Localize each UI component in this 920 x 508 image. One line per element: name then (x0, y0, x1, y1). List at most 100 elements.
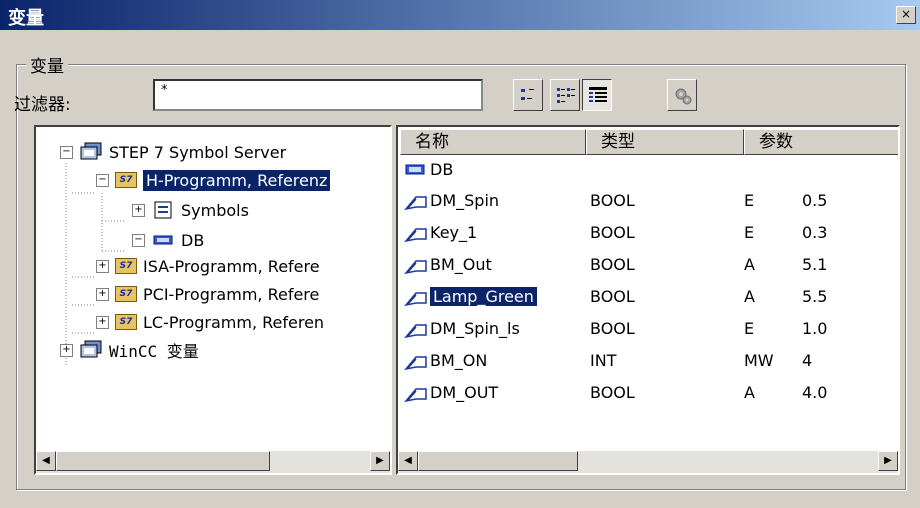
variable-type: BOOL (590, 287, 635, 306)
close-button[interactable]: × (896, 6, 916, 24)
tree-horizontal-scrollbar[interactable]: ◀ ▶ (36, 451, 390, 473)
variable-address: 4.0 (802, 383, 828, 402)
details-view-button[interactable] (582, 79, 612, 111)
tree-item-label: PCI-Programm, Refere (143, 284, 320, 304)
collapse-icon[interactable]: − (60, 145, 73, 159)
variable-address: 5.5 (802, 287, 828, 306)
expand-icon[interactable]: + (132, 203, 145, 217)
tree-item-label: H-Programm, Referenz (143, 169, 331, 191)
expand-icon[interactable]: + (96, 259, 109, 273)
list-item-variable[interactable]: BM_ON INT MW 4 (404, 345, 898, 377)
variable-area: A (744, 255, 755, 274)
small-icons-view-button[interactable] (513, 79, 543, 111)
expand-icon[interactable]: + (96, 287, 109, 301)
server-icon (80, 142, 102, 160)
variable-icon (404, 228, 427, 243)
variable-type: INT (590, 351, 617, 370)
variable-list-panel[interactable]: 名称 类型 参数 DB DM_Spin BOOL E 0.5 Key_1 BOOL E 0.3… (396, 125, 900, 475)
list-horizontal-scrollbar[interactable]: ◀ ▶ (398, 451, 898, 473)
variable-type: BOOL (590, 319, 635, 338)
variable-area: E (744, 319, 755, 338)
expand-icon[interactable]: + (60, 343, 73, 357)
tree-item-label: Symbols (181, 200, 249, 220)
scroll-left-button[interactable]: ◀ (36, 451, 56, 471)
tree-item-label: ISA-Programm, Refere (143, 256, 320, 276)
variable-name: Key_1 (430, 223, 478, 242)
list-icon (557, 88, 575, 103)
variable-name: Lamp_Green (430, 287, 537, 306)
tree-item-lc-programm[interactable]: + S7 LC-Programm, Referen (96, 309, 324, 335)
small-icons-icon (521, 89, 534, 100)
variable-area: E (744, 191, 755, 210)
scroll-thumb[interactable] (56, 451, 270, 471)
list-item-variable[interactable]: DM_OUT BOOL A 4.0 (404, 377, 898, 409)
title-bar: 变量 × (0, 0, 920, 30)
details-icon (589, 87, 607, 102)
column-header-name[interactable]: 名称 (400, 129, 586, 155)
variable-name: DM_Spin_ls (430, 319, 520, 338)
db-icon (153, 235, 173, 245)
filter-label: 过滤器: (14, 95, 71, 115)
column-header-params[interactable]: 参数 (744, 129, 898, 155)
variable-name: DM_OUT (430, 383, 499, 402)
s7-program-icon: S7 (115, 286, 137, 302)
column-header-type[interactable]: 类型 (586, 129, 744, 155)
s7-program-icon: S7 (115, 258, 137, 274)
s7-program-icon: S7 (115, 314, 137, 330)
tree-panel[interactable]: − STEP 7 Symbol Server − S7 H-Programm, … (34, 125, 392, 475)
variable-address: 5.1 (802, 255, 828, 274)
tree-item-symbols[interactable]: + Symbols (132, 197, 249, 223)
variable-name: BM_Out (430, 255, 492, 274)
tree-item-label: WinCC 变量 (109, 342, 199, 361)
list-item-variable[interactable]: Lamp_Green BOOL A 5.5 (404, 281, 898, 313)
variable-icon (404, 196, 427, 211)
variable-name: DM_Spin (430, 191, 500, 210)
list-item-variable[interactable]: DM_Spin BOOL E 0.5 (404, 185, 898, 217)
scroll-thumb[interactable] (418, 451, 578, 471)
tree-item-label: DB (181, 230, 205, 250)
group-label: 变量 (26, 52, 68, 77)
tree-item-db[interactable]: − DB (132, 227, 204, 253)
variable-icon (404, 260, 427, 275)
variable-address: 4 (802, 351, 813, 370)
scroll-left-button[interactable]: ◀ (398, 451, 418, 471)
server-icon (80, 340, 102, 358)
variable-type: BOOL (590, 383, 635, 402)
tree-item-label: STEP 7 Symbol Server (109, 142, 287, 162)
list-view-button[interactable] (550, 79, 580, 111)
symbols-icon (154, 201, 172, 219)
variable-type: BOOL (590, 223, 635, 242)
variable-icon (404, 388, 427, 403)
window-title: 变量 (8, 8, 44, 29)
db-icon (405, 164, 425, 175)
variable-area: E (744, 223, 755, 242)
tree-item-label: LC-Programm, Referen (143, 312, 325, 332)
tree-item-pci-programm[interactable]: + S7 PCI-Programm, Refere (96, 281, 319, 307)
variable-icon (404, 292, 427, 307)
variable-type: BOOL (590, 255, 635, 274)
list-item-variable[interactable]: DM_Spin_ls BOOL E 1.0 (404, 313, 898, 345)
list-item-variable[interactable]: Key_1 BOOL E 0.3 (404, 217, 898, 249)
collapse-icon[interactable]: − (132, 233, 145, 247)
collapse-icon[interactable]: − (96, 173, 109, 187)
tree-item-step7-server[interactable]: − STEP 7 Symbol Server (60, 139, 286, 165)
expand-icon[interactable]: + (96, 315, 109, 329)
variable-address: 0.3 (802, 223, 828, 242)
scroll-right-button[interactable]: ▶ (370, 451, 390, 471)
properties-button[interactable] (667, 79, 697, 111)
s7-program-icon: S7 (115, 172, 137, 188)
filter-input[interactable]: * (153, 79, 483, 111)
variable-address: 0.5 (802, 191, 828, 210)
list-item-variable[interactable]: BM_Out BOOL A 5.1 (404, 249, 898, 281)
db-label: DB (430, 160, 454, 179)
tree-item-isa-programm[interactable]: + S7 ISA-Programm, Refere (96, 253, 320, 279)
scroll-right-button[interactable]: ▶ (878, 451, 898, 471)
tree-item-wincc[interactable]: + WinCC 变量 (60, 337, 199, 363)
variable-address: 1.0 (802, 319, 828, 338)
gears-icon (675, 88, 692, 105)
variable-icon (404, 324, 427, 339)
variable-type: BOOL (590, 191, 635, 210)
variable-name: BM_ON (430, 351, 488, 370)
tree-item-h-programm[interactable]: − S7 H-Programm, Referenz (96, 167, 331, 193)
list-item-db[interactable]: DB (404, 157, 898, 183)
